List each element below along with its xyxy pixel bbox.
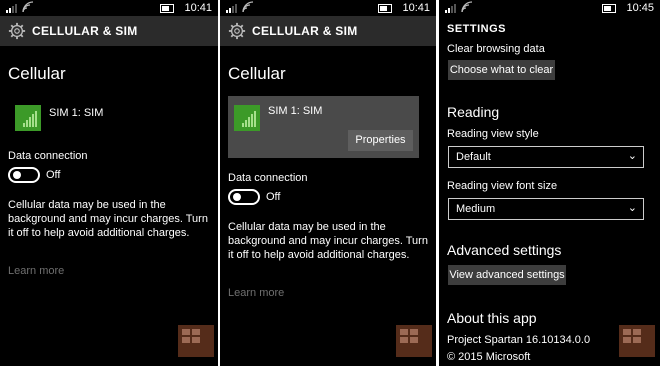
status-bar: 10:41 — [0, 0, 218, 16]
reading-section-title: Reading — [447, 104, 500, 120]
toggle-knob — [13, 171, 21, 179]
app-version: Project Spartan 16.10134.0.0 — [447, 334, 591, 346]
reading-view-style-select[interactable]: Default ⌄ — [448, 146, 644, 168]
status-bar: 10:41 — [220, 0, 436, 16]
header-bar: CELLULAR & SIM — [220, 16, 436, 46]
choose-what-to-clear-button[interactable]: Choose what to clear — [448, 60, 555, 80]
sim-label: SIM 1: SIM — [268, 105, 323, 117]
cellular-sim-panel-2: 10:41 CELLULAR & SIM Cellular SIM 1: SIM… — [220, 0, 436, 366]
reading-view-style-value: Default — [456, 151, 491, 163]
header-bar: CELLULAR & SIM — [0, 16, 218, 46]
watermark-logo — [619, 325, 655, 357]
copyright: © 2015 Microsoft — [447, 351, 531, 363]
cellular-sim-panel-1: 10:41 CELLULAR & SIM Cellular SIM 1: SIM… — [0, 0, 218, 366]
signal-icon — [445, 4, 456, 13]
sim-signal-icon[interactable] — [15, 105, 41, 131]
browser-settings-panel: 10:45 SETTINGS Clear browsing data Choos… — [439, 0, 660, 366]
sim-label[interactable]: SIM 1: SIM — [49, 107, 103, 119]
wifi-icon — [242, 1, 254, 13]
toggle-knob — [233, 193, 241, 201]
status-bar: 10:45 — [439, 0, 660, 16]
signal-icon — [6, 4, 17, 13]
reading-view-font-size-value: Medium — [456, 203, 496, 215]
wifi-icon — [22, 1, 34, 13]
chevron-down-icon: ⌄ — [627, 202, 637, 214]
learn-more-link[interactable]: Learn more — [8, 265, 64, 277]
advanced-section-title: Advanced settings — [447, 242, 562, 258]
reading-view-font-size-label: Reading view font size — [447, 180, 558, 192]
battery-icon — [602, 4, 616, 13]
battery-icon — [378, 4, 392, 13]
data-connection-label: Data connection — [8, 150, 88, 162]
page-title: CELLULAR & SIM — [252, 24, 358, 38]
section-title: Cellular — [8, 64, 66, 83]
data-description: Cellular data may be used in the backgro… — [228, 221, 428, 261]
clock: 10:41 — [184, 2, 212, 14]
properties-button[interactable]: Properties — [348, 130, 413, 151]
page-title: CELLULAR & SIM — [32, 24, 138, 38]
learn-more-link[interactable]: Learn more — [228, 287, 284, 299]
clock: 10:45 — [626, 2, 654, 14]
view-advanced-settings-button[interactable]: View advanced settings — [448, 265, 566, 285]
reading-view-style-label: Reading view style — [447, 128, 539, 140]
chevron-down-icon: ⌄ — [627, 150, 637, 162]
reading-view-font-size-select[interactable]: Medium ⌄ — [448, 198, 644, 220]
page-title: SETTINGS — [447, 23, 507, 35]
sim-list-item-selected[interactable]: SIM 1: SIM Properties — [228, 96, 419, 158]
clock: 10:41 — [402, 2, 430, 14]
watermark-logo — [396, 325, 432, 357]
watermark-logo — [178, 325, 214, 357]
battery-icon — [160, 4, 174, 13]
data-description: Cellular data may be used in the backgro… — [8, 199, 208, 239]
data-connection-toggle[interactable] — [228, 189, 260, 205]
data-connection-label: Data connection — [228, 172, 308, 184]
toggle-state-label: Off — [266, 191, 281, 203]
data-connection-toggle[interactable] — [8, 167, 40, 183]
gear-icon — [8, 22, 26, 40]
clear-browsing-label: Clear browsing data — [447, 43, 545, 55]
toggle-state-label: Off — [46, 169, 61, 181]
wifi-icon — [461, 1, 473, 13]
gear-icon — [228, 22, 246, 40]
section-title: Cellular — [228, 64, 286, 83]
sim-signal-icon — [234, 105, 260, 131]
about-section-title: About this app — [447, 310, 537, 326]
signal-icon — [226, 4, 237, 13]
